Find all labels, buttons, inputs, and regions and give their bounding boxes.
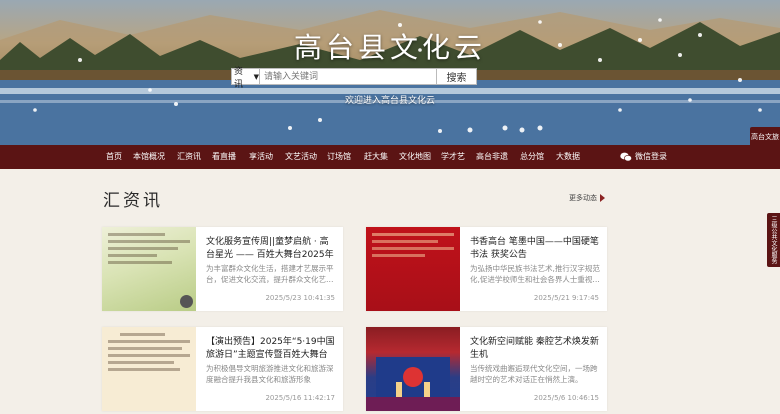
side-tab-gaotai-tourism[interactable]: 高台文旅 <box>750 127 780 147</box>
news-thumbnail <box>102 327 196 411</box>
news-date: 2025/5/21 9:17:45 <box>533 294 599 302</box>
nav-item-heritage[interactable]: 高台非遗 <box>476 145 508 169</box>
search-category-select[interactable]: 资讯 ▼ <box>231 67 260 90</box>
news-thumbnail <box>102 227 196 311</box>
search-bar: 资讯 ▼ 搜索 <box>231 67 477 90</box>
nav-item-home[interactable]: 首页 <box>106 145 122 169</box>
news-title: 【演出预告】2025年“5·19中国旅游日”主题宣传暨百姓大舞台惠… <box>206 337 335 360</box>
wechat-login-label: 微信登录 <box>635 152 667 161</box>
more-news-link[interactable]: 更多动态 <box>569 193 605 203</box>
nav-item-art-activities[interactable]: 文艺活动 <box>285 145 317 169</box>
news-thumbnail <box>366 227 460 311</box>
nav-item-news[interactable]: 汇资讯 <box>177 145 201 169</box>
search-button[interactable]: 搜索 <box>437 68 477 85</box>
nav-item-overview[interactable]: 本馆概况 <box>133 145 165 169</box>
news-title: 书香高台 笔墨中国——中国硬笔书法 获奖公告 <box>470 237 599 260</box>
nav-item-market[interactable]: 赶大集 <box>364 145 388 169</box>
nav-item-talent[interactable]: 学才艺 <box>441 145 465 169</box>
news-desc: 为积极倡导文明旅游推进文化和旅游深度融合提升我县文化和旅游形象2025… <box>206 364 334 384</box>
section-title: 汇资讯 <box>103 191 163 211</box>
news-title: 文化服务宣传周||童梦启航 · 高台星光 —— 百姓大舞台2025年六一… <box>206 237 334 260</box>
news-card[interactable]: 文化新空间赋能 秦腔艺术焕发新生机 当传统戏曲邂逅现代文化空间，一场跨越时空的艺… <box>366 327 607 411</box>
news-card[interactable]: 文化服务宣传周||童梦启航 · 高台星光 —— 百姓大舞台2025年六一… 为丰… <box>102 227 343 311</box>
hero-banner: 高台县文化云 资讯 ▼ 搜索 欢迎进入高台县文化云 <box>0 0 780 145</box>
side-tab-public-culture[interactable]: 三级公共文化服务 <box>767 213 780 267</box>
welcome-text: 欢迎进入高台县文化云 <box>344 96 435 106</box>
nav-item-venues[interactable]: 订场馆 <box>327 145 351 169</box>
nav-item-branches[interactable]: 总分馆 <box>520 145 544 169</box>
site-title: 高台县文化云 <box>293 31 486 64</box>
news-date: 2025/5/16 11:42:17 <box>265 394 335 402</box>
nav-item-live[interactable]: 看直播 <box>212 145 236 169</box>
wechat-icon <box>620 152 632 162</box>
news-card[interactable]: 书香高台 笔墨中国——中国硬笔书法 获奖公告 为弘扬中华民族书法艺术,推行汉字规… <box>366 227 607 311</box>
news-thumbnail <box>366 327 460 411</box>
arrow-right-icon <box>600 194 605 202</box>
nav-item-culture-map[interactable]: 文化地图 <box>399 145 431 169</box>
chevron-down-icon: ▼ <box>253 72 259 81</box>
wechat-login[interactable]: 微信登录 <box>620 145 667 169</box>
nav-item-big-data[interactable]: 大数据 <box>556 145 580 169</box>
search-input[interactable] <box>260 68 437 85</box>
news-desc: 为弘扬中华民族书法艺术,推行汉字规范化,促进学校师生和社会各界人士重视… <box>470 264 600 284</box>
news-date: 2025/5/6 10:46:15 <box>533 394 599 402</box>
nav-item-activities[interactable]: 享活动 <box>249 145 273 169</box>
news-title: 文化新空间赋能 秦腔艺术焕发新生机 <box>470 337 599 360</box>
main-nav: 首页 本馆概况 汇资讯 看直播 享活动 文艺活动 订场馆 赶大集 文化地图 学才… <box>0 145 780 169</box>
news-desc: 当传统戏曲邂逅现代文化空间，一场跨越时空的艺术对话正在悄然上演。2025… <box>470 364 598 384</box>
stage-photo <box>366 357 460 411</box>
news-desc: 为丰富群众文化生活，搭建才艺展示平台，促进文化交流，提升群众文化艺… <box>206 264 334 284</box>
news-card[interactable]: 【演出预告】2025年“5·19中国旅游日”主题宣传暨百姓大舞台惠… 为积极倡导… <box>102 327 343 411</box>
camera-icon <box>180 295 193 308</box>
search-category-label: 资讯 <box>234 66 244 90</box>
news-date: 2025/5/23 10:41:35 <box>265 294 335 302</box>
more-news-label: 更多动态 <box>569 194 597 202</box>
